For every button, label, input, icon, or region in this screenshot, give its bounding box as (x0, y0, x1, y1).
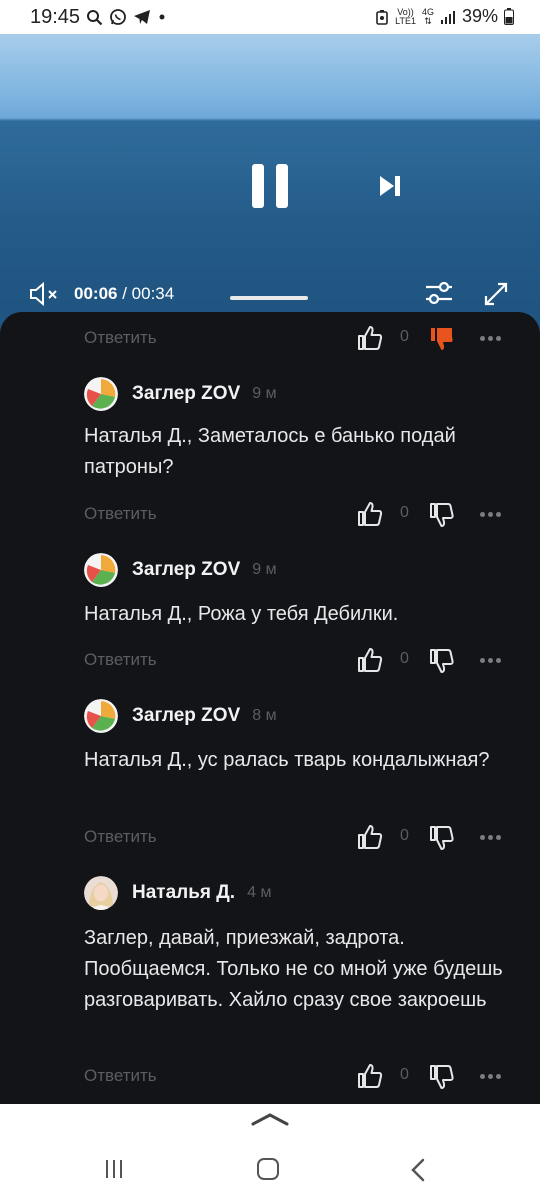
comment-text: Наталья Д., ус ралась тварь кондалыжная? (84, 749, 490, 771)
avatar[interactable] (84, 699, 118, 733)
more-options-icon[interactable] (480, 336, 501, 341)
comment-actions-previous: Ответить 0 (0, 324, 540, 352)
reply-button[interactable]: Ответить (84, 1066, 157, 1086)
reply-button[interactable]: Ответить (84, 650, 157, 670)
comment-text: Заглер, давай, приезжай, задрота. Пообща… (84, 927, 503, 1011)
video-player[interactable]: 00:06 / 00:34 (0, 34, 540, 334)
thumbs-down-icon[interactable] (428, 825, 456, 853)
thumbs-down-icon[interactable] (428, 502, 456, 530)
home-button[interactable] (257, 1158, 279, 1180)
comment-age: 9 м (252, 385, 277, 402)
like-count: 0 (400, 1066, 409, 1083)
pause-bar-right (276, 164, 288, 208)
more-options-icon[interactable] (480, 512, 501, 517)
comment-actions: Ответить 0 (0, 646, 540, 674)
comments-panel: Ответить 0 Заглер ZOV 9 м Наталья Д., За… (0, 312, 540, 1104)
signal-icon (440, 10, 455, 24)
volte-indicator: Vo)) LTE1 (395, 6, 416, 26)
current-time: 00:06 (74, 284, 118, 303)
recent-apps-button[interactable] (106, 1160, 122, 1178)
thumbs-down-icon[interactable] (428, 648, 456, 676)
more-options-icon[interactable] (480, 658, 501, 663)
more-options-icon[interactable] (480, 1074, 501, 1079)
more-options-icon[interactable] (480, 835, 501, 840)
thumbs-up-icon[interactable] (356, 823, 384, 851)
pause-bar-left (252, 164, 264, 208)
thumbs-up-icon[interactable] (356, 646, 384, 674)
navigation-bar (0, 1104, 540, 1200)
reply-button[interactable]: Ответить (84, 504, 157, 524)
next-icon[interactable] (378, 174, 402, 198)
reply-button[interactable]: Ответить (84, 328, 157, 348)
avatar[interactable] (84, 553, 118, 587)
notification-icons (86, 8, 167, 26)
fullscreen-icon[interactable] (482, 280, 510, 308)
comment-header: Заглер ZOV 9 м (84, 553, 277, 587)
time-separator: / (117, 284, 132, 303)
duration: 00:34 (131, 284, 175, 303)
comment-header: Заглер ZOV 8 м (84, 699, 277, 733)
network-type: 4G ⇅ (421, 6, 434, 26)
status-bar: 19:45 Vo)) LTE1 4G ⇅ 39% (0, 0, 540, 34)
progress-handle[interactable] (230, 296, 308, 300)
reply-button[interactable]: Ответить (84, 827, 157, 847)
comment-author[interactable]: Наталья Д. (132, 882, 235, 904)
comment-actions: Ответить 0 (0, 823, 540, 851)
battery-icon (504, 8, 514, 25)
battery-percent: 39% (461, 6, 498, 26)
thumbs-up-icon[interactable] (356, 324, 384, 352)
comment-header: Заглер ZOV 9 м (84, 377, 277, 411)
comment-author[interactable]: Заглер ZOV (132, 383, 240, 405)
comment-text: Наталья Д., Рожа у тебя Дебилки. (84, 603, 399, 625)
search-icon (87, 9, 103, 25)
comment-age: 8 м (252, 707, 277, 724)
like-count: 0 (400, 827, 409, 844)
comment-actions: Ответить 0 (0, 1062, 540, 1090)
comment-author[interactable]: Заглер ZOV (132, 559, 240, 581)
mute-icon[interactable] (28, 281, 62, 307)
chevron-up-icon[interactable] (251, 1112, 289, 1126)
avatar[interactable] (84, 876, 118, 910)
dot-icon (159, 14, 165, 20)
thumbs-up-icon[interactable] (356, 500, 384, 528)
avatar[interactable] (84, 377, 118, 411)
comment-actions: Ответить 0 (0, 500, 540, 528)
comment-header: Наталья Д. 4 м (84, 876, 271, 910)
settings-sliders-icon[interactable] (424, 278, 454, 308)
like-count: 0 (400, 504, 409, 521)
battery-saver-icon (376, 9, 388, 25)
comment-author[interactable]: Заглер ZOV (132, 705, 240, 727)
whatsapp-icon (110, 9, 126, 25)
like-count: 0 (400, 328, 409, 345)
thumbs-down-icon[interactable] (428, 1064, 456, 1092)
time-display: 00:06 / 00:34 (74, 284, 174, 304)
telegram-icon (134, 10, 150, 24)
comment-age: 4 м (247, 884, 272, 901)
comment-age: 9 м (252, 561, 277, 578)
system-indicators: Vo)) LTE1 4G ⇅ 39% (375, 6, 514, 27)
pause-button[interactable] (252, 164, 288, 208)
status-time: 19:45 (30, 6, 81, 28)
back-button[interactable] (410, 1158, 426, 1182)
thumbs-up-icon[interactable] (356, 1062, 384, 1090)
like-count: 0 (400, 650, 409, 667)
comment-text: Наталья Д., Заметалось е банько подай па… (84, 425, 456, 478)
thumbs-down-active-icon[interactable] (428, 326, 456, 354)
